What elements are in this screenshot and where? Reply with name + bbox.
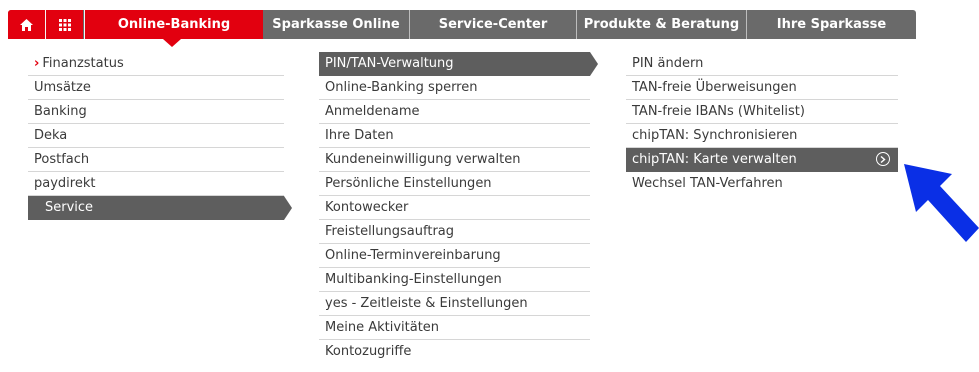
menu-item-chiptan-karte-verwalten[interactable]: chipTAN: Karte verwalten <box>626 148 898 172</box>
tab-ihre-sparkasse[interactable]: Ihre Sparkasse <box>746 10 916 39</box>
menu-item-label: Wechsel TAN-Verfahren <box>632 176 783 191</box>
menu-item-label: chipTAN: Karte verwalten <box>632 152 797 167</box>
menu-item-pin-tan-verwaltung[interactable]: PIN/TAN-Verwaltung <box>319 52 598 76</box>
menu-item-postfach[interactable]: Postfach <box>28 148 284 172</box>
selected-arrow <box>284 196 292 220</box>
home-button[interactable] <box>8 10 45 39</box>
menu-item-service[interactable]: Service <box>28 196 292 220</box>
menu-item-ihre-daten[interactable]: Ihre Daten <box>319 124 590 148</box>
menu-item-label: Kontowecker <box>325 200 409 215</box>
menu-column-level3: PIN ändern TAN-freie Überweisungen TAN-f… <box>626 52 898 196</box>
menu-item-online-banking-sperren[interactable]: Online-Banking sperren <box>319 76 590 100</box>
menu-item-kundeneinwilligung[interactable]: Kundeneinwilligung verwalten <box>319 148 590 172</box>
selected-arrow <box>590 52 598 76</box>
menu-item-label: yes - Zeitleiste & Einstellungen <box>325 296 528 311</box>
active-tab-caret <box>163 39 181 47</box>
menu-item-label: Deka <box>34 128 68 143</box>
menu-item-label: Anmeldename <box>325 104 420 119</box>
menu-item-label: Meine Aktivitäten <box>325 320 440 335</box>
menu-item-label: Persönliche Einstellungen <box>325 176 492 191</box>
menu-item-tan-freie-ueberweisungen[interactable]: TAN-freie Überweisungen <box>626 76 898 100</box>
menu-item-label: Freistellungsauftrag <box>325 224 455 239</box>
menu-item-label: chipTAN: Synchronisieren <box>632 128 798 143</box>
menu-item-label: TAN-freie IBANs (Whitelist) <box>632 104 805 119</box>
annotation-arrow-icon <box>904 164 979 242</box>
menu-item-freistellungsauftrag[interactable]: Freistellungsauftrag <box>319 220 590 244</box>
menu-item-finanzstatus[interactable]: › Finanzstatus <box>28 52 284 76</box>
menu-item-label: PIN/TAN-Verwaltung <box>325 56 454 71</box>
menu-item-umsaetze[interactable]: Umsätze <box>28 76 284 100</box>
top-navigation: Online-Banking Sparkasse Online Service-… <box>8 10 916 47</box>
current-page-marker: › <box>34 56 40 71</box>
menu-item-online-terminvereinbarung[interactable]: Online-Terminvereinbarung <box>319 244 590 268</box>
tab-online-banking[interactable]: Online-Banking <box>84 10 263 39</box>
menu-item-label: PIN ändern <box>632 56 704 71</box>
menu-item-label: Banking <box>34 104 87 119</box>
menu-item-label: Online-Banking sperren <box>325 80 478 95</box>
menu-item-wechsel-tan-verfahren[interactable]: Wechsel TAN-Verfahren <box>626 172 898 196</box>
menu-column-level2: PIN/TAN-Verwaltung Online-Banking sperre… <box>319 52 598 364</box>
menu-item-tan-freie-ibans[interactable]: TAN-freie IBANs (Whitelist) <box>626 100 898 124</box>
apps-grid-button[interactable] <box>45 10 83 39</box>
menu-item-deka[interactable]: Deka <box>28 124 284 148</box>
menu-item-label: Kontozugriffe <box>325 344 412 359</box>
menu-item-kontozugriffe[interactable]: Kontozugriffe <box>319 340 590 364</box>
menu-item-yes-zeitleiste[interactable]: yes - Zeitleiste & Einstellungen <box>319 292 590 316</box>
menu-item-label: paydirekt <box>34 176 96 191</box>
menu-item-kontowecker[interactable]: Kontowecker <box>319 196 590 220</box>
menu-item-label: Finanzstatus <box>42 56 124 71</box>
menu-item-pin-aendern[interactable]: PIN ändern <box>626 52 898 76</box>
tab-produkte-beratung[interactable]: Produkte & Beratung <box>576 10 746 39</box>
chevron-right-circle-icon <box>876 152 890 166</box>
tab-service-center[interactable]: Service-Center <box>409 10 576 39</box>
menu-item-label: Kundeneinwilligung verwalten <box>325 152 521 167</box>
menu-item-label: Online-Terminvereinbarung <box>325 248 501 263</box>
menu-item-paydirekt[interactable]: paydirekt <box>28 172 284 196</box>
menu-item-multibanking-einstellungen[interactable]: Multibanking-Einstellungen <box>319 268 590 292</box>
apps-grid-icon <box>58 18 71 31</box>
menu-item-label: Service <box>45 200 94 215</box>
menu-item-banking[interactable]: Banking <box>28 100 284 124</box>
menu-item-label: Postfach <box>34 152 90 167</box>
menu-item-label: Ihre Daten <box>325 128 394 143</box>
menu-item-label: Umsätze <box>34 80 91 95</box>
menu-item-persoenliche-einstellungen[interactable]: Persönliche Einstellungen <box>319 172 590 196</box>
menu-item-chiptan-synchronisieren[interactable]: chipTAN: Synchronisieren <box>626 124 898 148</box>
menu-column-level1: › Finanzstatus Umsätze Banking Deka Postf… <box>28 52 292 220</box>
menu-item-label: TAN-freie Überweisungen <box>632 80 797 95</box>
menu-item-label: Multibanking-Einstellungen <box>325 272 502 287</box>
menu-item-meine-aktivitaeten[interactable]: Meine Aktivitäten <box>319 316 590 340</box>
menu-item-anmeldename[interactable]: Anmeldename <box>319 100 590 124</box>
tab-sparkasse-online[interactable]: Sparkasse Online <box>263 10 409 39</box>
home-icon <box>20 18 33 31</box>
